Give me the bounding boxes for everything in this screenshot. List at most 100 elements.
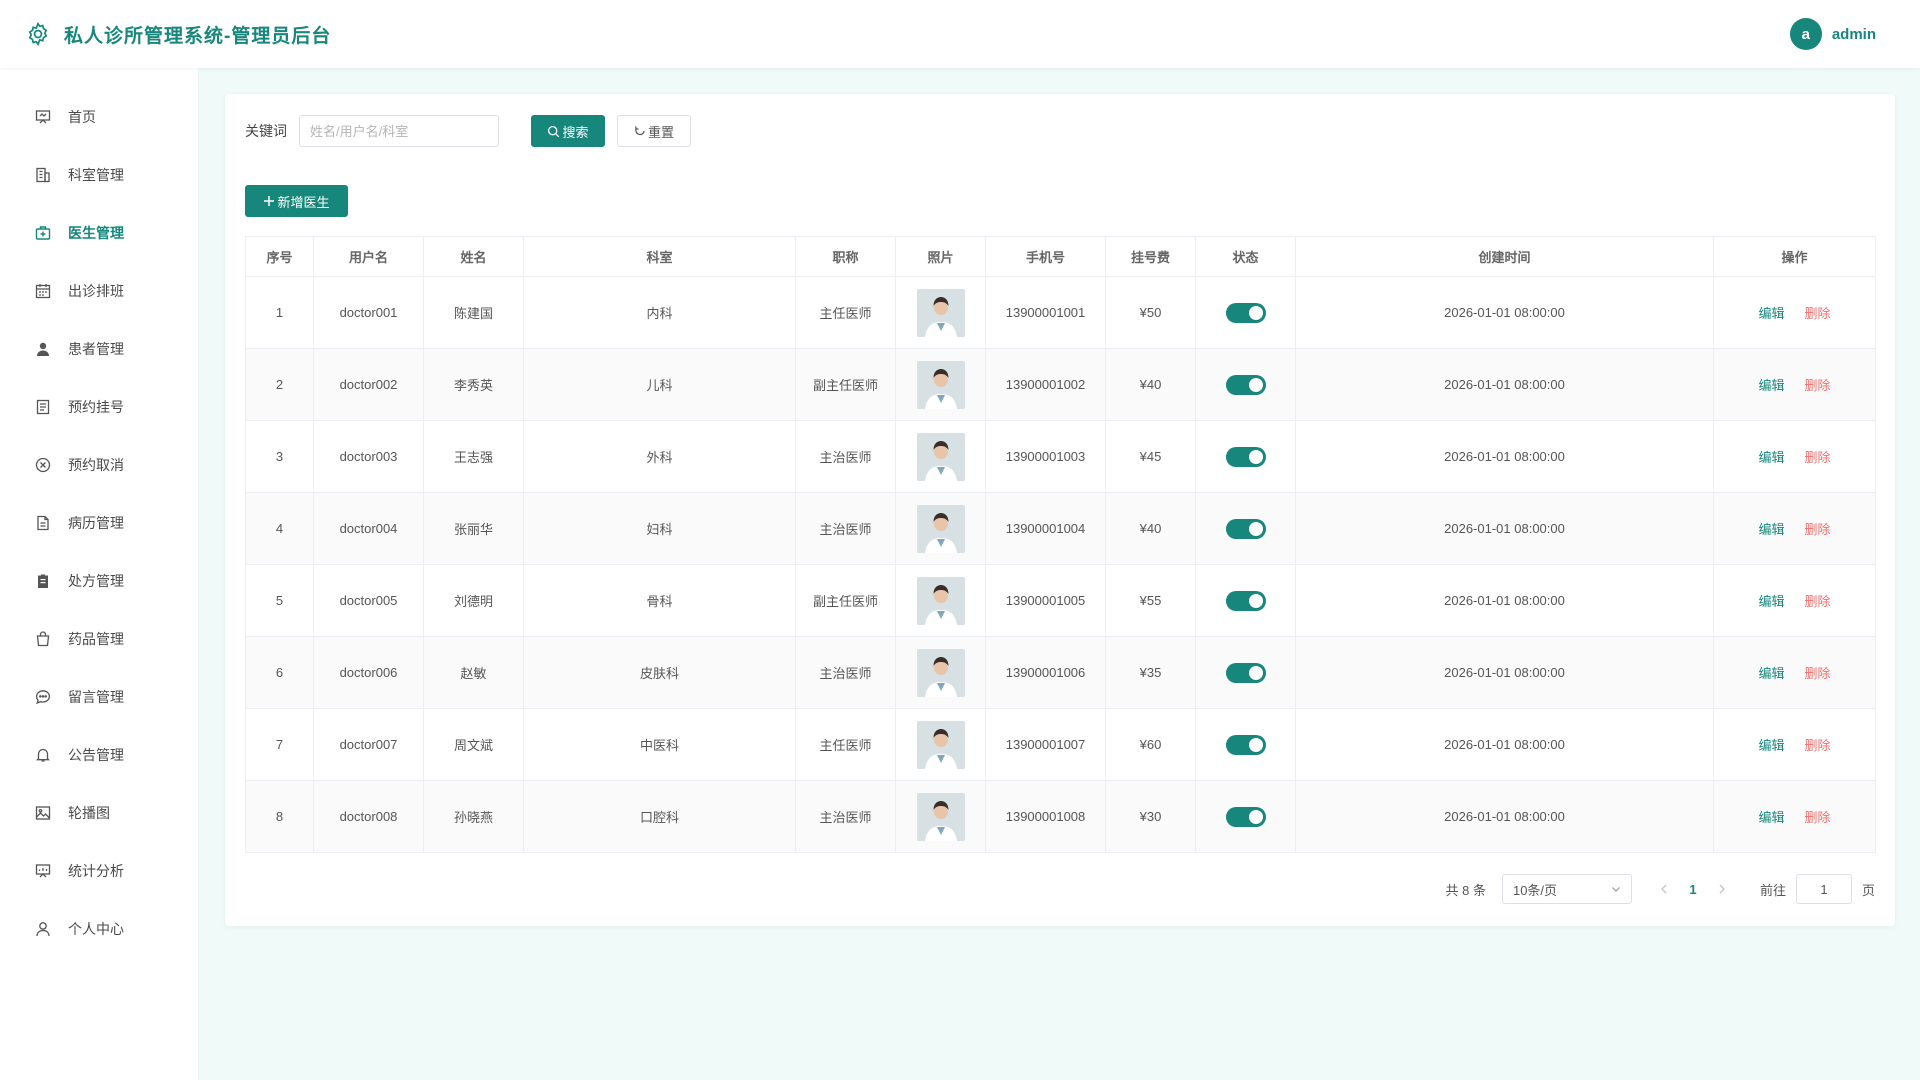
table-cell — [895, 780, 986, 853]
table-cell — [895, 492, 986, 565]
table-cell: 编辑 删除 — [1713, 420, 1876, 493]
status-toggle[interactable] — [1225, 518, 1266, 539]
edit-button[interactable]: 编辑 — [1758, 378, 1784, 393]
goto-page-input[interactable] — [1795, 874, 1852, 904]
table-cell: 口腔科 — [523, 780, 796, 853]
table-cell — [1195, 348, 1296, 421]
doctor-photo[interactable] — [916, 720, 965, 769]
edit-button[interactable]: 编辑 — [1758, 450, 1784, 465]
table-row: 4 doctor004 张丽华 妇科 主治医师 13900001004 ¥40 2026-01… — [245, 492, 1876, 565]
delete-button[interactable]: 删除 — [1805, 306, 1831, 321]
reset-button[interactable]: 重置 — [617, 115, 691, 147]
user-menu[interactable]: a admin — [1789, 18, 1876, 50]
delete-button[interactable]: 删除 — [1805, 666, 1831, 681]
sidebar-item-notices[interactable]: 公告管理 — [0, 726, 198, 784]
status-toggle[interactable] — [1225, 302, 1266, 323]
sidebar-item-carousel[interactable]: 轮播图 — [0, 784, 198, 842]
sidebar-item-statistics[interactable]: 统计分析 — [0, 842, 198, 900]
sidebar-item-prescriptions[interactable]: 处方管理 — [0, 552, 198, 610]
table-cell: 内科 — [523, 276, 796, 349]
doctor-photo[interactable] — [916, 504, 965, 553]
sidebar-item-medicines[interactable]: 药品管理 — [0, 610, 198, 668]
prev-page-button[interactable] — [1650, 875, 1678, 903]
status-toggle[interactable] — [1225, 374, 1266, 395]
sidebar-item-messages[interactable]: 留言管理 — [0, 668, 198, 726]
sidebar-item-patients[interactable]: 患者管理 — [0, 320, 198, 378]
clipboard-icon — [34, 572, 52, 590]
delete-button[interactable]: 删除 — [1805, 522, 1831, 537]
next-page-button[interactable] — [1708, 875, 1736, 903]
edit-button[interactable]: 编辑 — [1758, 810, 1784, 825]
doctor-photo[interactable] — [916, 648, 965, 697]
sidebar-item-label: 公告管理 — [68, 747, 124, 763]
doctor-photo[interactable] — [916, 792, 965, 841]
table-cell: 2026-01-01 08:00:00 — [1295, 708, 1714, 781]
table-row: 8 doctor008 孙晓燕 口腔科 主治医师 13900001008 ¥30 2026-0… — [245, 780, 1876, 853]
status-toggle[interactable] — [1225, 446, 1266, 467]
table-cell: 皮肤科 — [523, 636, 796, 709]
table-cell: doctor007 — [313, 708, 424, 781]
edit-button[interactable]: 编辑 — [1758, 666, 1784, 681]
page-size-select[interactable]: 10条/页 — [1501, 874, 1632, 904]
sidebar-item-doctors[interactable]: 医生管理 — [0, 204, 198, 262]
delete-button[interactable]: 删除 — [1805, 738, 1831, 753]
status-toggle[interactable] — [1225, 662, 1266, 683]
column-header: 挂号费 — [1105, 236, 1196, 277]
sidebar-item-appointments[interactable]: 预约挂号 — [0, 378, 198, 436]
edit-button[interactable]: 编辑 — [1758, 594, 1784, 609]
table-cell: 2026-01-01 08:00:00 — [1295, 348, 1714, 421]
search-bar: 关键词 搜索 重置 — [245, 115, 691, 147]
dashboard-icon — [34, 108, 52, 126]
table-cell: 编辑 删除 — [1713, 276, 1876, 349]
username[interactable]: admin — [1832, 26, 1876, 43]
delete-button[interactable]: 删除 — [1805, 450, 1831, 465]
doctor-photo[interactable] — [916, 360, 965, 409]
delete-button[interactable]: 删除 — [1805, 594, 1831, 609]
table-cell: ¥60 — [1105, 708, 1196, 781]
sidebar-item-profile[interactable]: 个人中心 — [0, 900, 198, 958]
table-cell: ¥40 — [1105, 492, 1196, 565]
top-header: 私人诊所管理系统-管理员后台 a admin — [0, 0, 1920, 68]
table-cell: 孙晓燕 — [423, 780, 524, 853]
search-button[interactable]: 搜索 — [531, 115, 605, 147]
table-cell: 3 — [245, 420, 314, 493]
data-board-icon — [34, 862, 52, 880]
table-cell: 2026-01-01 08:00:00 — [1295, 564, 1714, 637]
sidebar: 首页 科室管理 医生管理 出诊排班 患者管理 预约挂号 预约取消 病历管理 处方… — [0, 68, 199, 1080]
page-size-value: 10条/页 — [1512, 882, 1558, 898]
user-outline-icon — [34, 920, 52, 938]
doctor-photo[interactable] — [916, 576, 965, 625]
table-cell: 8 — [245, 780, 314, 853]
status-toggle[interactable] — [1225, 734, 1266, 755]
table-cell: 编辑 删除 — [1713, 564, 1876, 637]
delete-button[interactable]: 删除 — [1805, 810, 1831, 825]
table-cell: 刘德明 — [423, 564, 524, 637]
delete-button[interactable]: 删除 — [1805, 378, 1831, 393]
table-cell: doctor002 — [313, 348, 424, 421]
sidebar-item-schedule[interactable]: 出诊排班 — [0, 262, 198, 320]
sidebar-item-departments[interactable]: 科室管理 — [0, 146, 198, 204]
status-toggle[interactable] — [1225, 806, 1266, 827]
column-header: 姓名 — [423, 236, 524, 277]
sidebar-item-records[interactable]: 病历管理 — [0, 494, 198, 552]
table-row: 2 doctor002 李秀英 儿科 副主任医师 13900001002 ¥40 2026-0… — [245, 348, 1876, 421]
keyword-input[interactable] — [299, 115, 499, 147]
table-cell: doctor001 — [313, 276, 424, 349]
table-cell: 编辑 删除 — [1713, 348, 1876, 421]
column-header: 操作 — [1713, 236, 1876, 277]
edit-button[interactable]: 编辑 — [1758, 522, 1784, 537]
page-number-current[interactable]: 1 — [1678, 882, 1708, 897]
edit-button[interactable]: 编辑 — [1758, 738, 1784, 753]
edit-button[interactable]: 编辑 — [1758, 306, 1784, 321]
doctor-photo[interactable] — [916, 288, 965, 337]
doctor-photo[interactable] — [916, 432, 965, 481]
avatar[interactable]: a — [1789, 18, 1822, 50]
table-cell: 中医科 — [523, 708, 796, 781]
table-cell: 2026-01-01 08:00:00 — [1295, 636, 1714, 709]
table-cell: 副主任医师 — [795, 348, 896, 421]
sidebar-item-home[interactable]: 首页 — [0, 88, 198, 146]
add-doctor-button[interactable]: 新增医生 — [245, 185, 348, 217]
status-toggle[interactable] — [1225, 590, 1266, 611]
table-cell: doctor008 — [313, 780, 424, 853]
sidebar-item-cancel-appointments[interactable]: 预约取消 — [0, 436, 198, 494]
